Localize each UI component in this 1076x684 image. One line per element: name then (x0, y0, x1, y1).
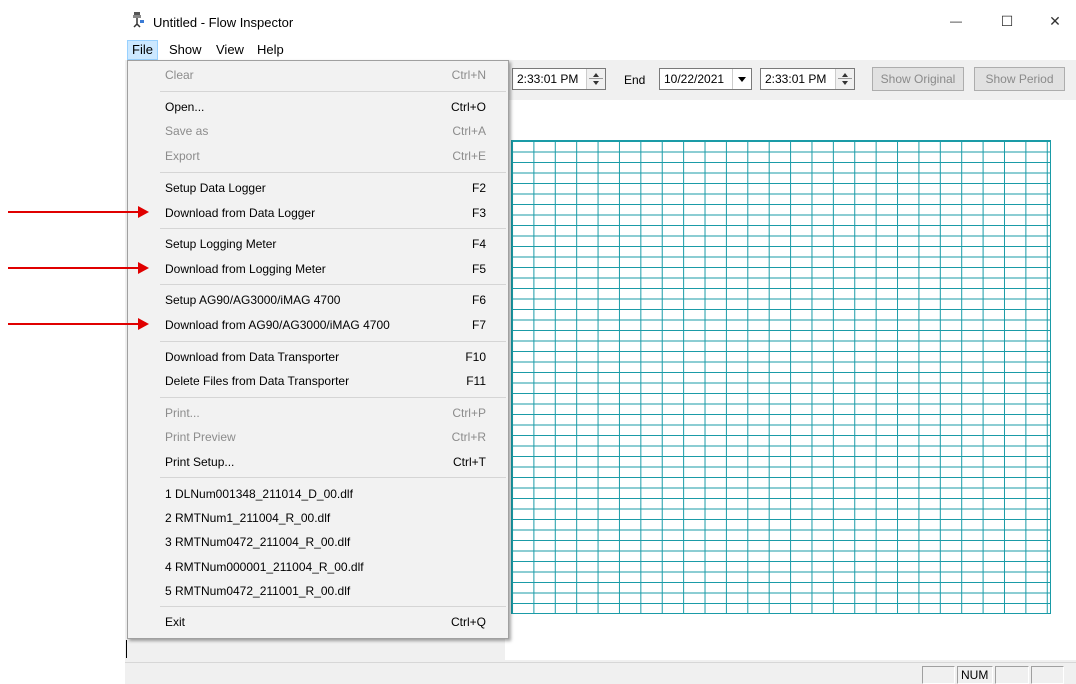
menu-item-setup-ag90[interactable]: Setup AG90/AG3000/iMAG 4700 F6 (128, 288, 508, 312)
menu-show[interactable]: Show (165, 40, 206, 60)
menu-separator (160, 284, 506, 285)
menu-item-export[interactable]: Export Ctrl+E (128, 144, 508, 168)
title-bar: Untitled - Flow Inspector — ☐ ✕ (125, 0, 1076, 40)
menu-item-download-ag90[interactable]: Download from AG90/AG3000/iMAG 4700 F7 (128, 313, 508, 337)
menu-item-delete-data-transporter[interactable]: Delete Files from Data Transporter F11 (128, 369, 508, 393)
menu-item-recent-file-4[interactable]: 4 RMTNum000001_211004_R_00.dlf (128, 555, 508, 579)
end-date-dropdown-button[interactable] (732, 69, 751, 89)
chart-grid (511, 140, 1051, 614)
menu-separator (160, 228, 506, 229)
window-title: Untitled - Flow Inspector (153, 15, 294, 30)
file-menu-dropdown: Clear Ctrl+N Open... Ctrl+O Save as Ctrl+A … (127, 60, 509, 639)
chevron-down-icon (738, 77, 746, 82)
start-time-field[interactable]: 2:33:01 PM (512, 68, 606, 90)
menu-item-print[interactable]: Print... Ctrl+P (128, 401, 508, 425)
text-cursor (126, 640, 127, 658)
menu-item-recent-file-5[interactable]: 5 RMTNum0472_211001_R_00.dlf (128, 579, 508, 603)
end-time-field[interactable]: 2:33:01 PM (760, 68, 855, 90)
menu-separator (160, 91, 506, 92)
menu-item-print-setup[interactable]: Print Setup... Ctrl+T (128, 450, 508, 474)
annotation-arrow-3 (8, 318, 149, 330)
status-pane-empty-2 (995, 666, 1029, 684)
close-icon: ✕ (1049, 12, 1061, 29)
maximize-button[interactable]: ☐ (991, 8, 1023, 34)
flow-inspector-app-icon (133, 12, 144, 28)
menu-item-setup-logging-meter[interactable]: Setup Logging Meter F4 (128, 232, 508, 256)
show-original-button[interactable]: Show Original (872, 67, 964, 91)
start-time-value: 2:33:01 PM (517, 72, 579, 86)
menu-item-exit[interactable]: Exit Ctrl+Q (128, 610, 508, 634)
menu-item-download-logging-meter[interactable]: Download from Logging Meter F5 (128, 257, 508, 281)
menu-item-recent-file-1[interactable]: 1 DLNum001348_211014_D_00.dlf (128, 482, 508, 506)
status-pane-empty-3 (1031, 666, 1064, 684)
menu-separator (160, 477, 506, 478)
start-time-spinner[interactable] (586, 69, 605, 89)
end-time-spinner[interactable] (835, 69, 854, 89)
annotation-arrow-1 (8, 206, 149, 218)
menu-view[interactable]: View (212, 40, 248, 60)
show-period-button[interactable]: Show Period (974, 67, 1065, 91)
close-button[interactable]: ✕ (1039, 8, 1071, 34)
menu-item-download-data-logger[interactable]: Download from Data Logger F3 (128, 201, 508, 225)
menu-item-print-preview[interactable]: Print Preview Ctrl+R (128, 425, 508, 449)
minimize-icon: — (950, 14, 962, 28)
menu-item-setup-data-logger[interactable]: Setup Data Logger F2 (128, 176, 508, 200)
menu-separator (160, 172, 506, 173)
menu-separator (160, 606, 506, 607)
annotation-arrow-2 (8, 262, 149, 274)
menu-item-download-data-transporter[interactable]: Download from Data Transporter F10 (128, 345, 508, 369)
menu-bar: File Show View Help (125, 40, 1076, 60)
menu-file[interactable]: File (127, 40, 158, 60)
menu-item-save-as[interactable]: Save as Ctrl+A (128, 119, 508, 143)
menu-separator (160, 397, 506, 398)
menu-separator (160, 341, 506, 342)
menu-item-recent-file-2[interactable]: 2 RMTNum1_211004_R_00.dlf (128, 506, 508, 530)
menu-help[interactable]: Help (253, 40, 288, 60)
menu-item-open[interactable]: Open... Ctrl+O (128, 95, 508, 119)
end-date-field[interactable]: 10/22/2021 (659, 68, 752, 90)
end-label: End (624, 73, 646, 87)
maximize-icon: ☐ (1000, 12, 1014, 29)
end-time-value: 2:33:01 PM (765, 72, 827, 86)
menu-item-clear[interactable]: Clear Ctrl+N (128, 63, 508, 87)
menu-item-recent-file-3[interactable]: 3 RMTNum0472_211004_R_00.dlf (128, 530, 508, 554)
status-bar: NUM (125, 662, 1076, 684)
end-date-value: 10/22/2021 (664, 72, 725, 86)
status-num-indicator: NUM (957, 666, 993, 684)
minimize-button[interactable]: — (940, 8, 972, 34)
status-pane-empty-1 (922, 666, 955, 684)
